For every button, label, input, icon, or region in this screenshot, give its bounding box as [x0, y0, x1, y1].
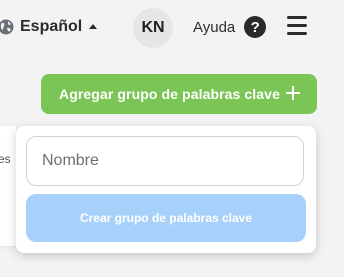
help-link[interactable]: Ayuda ?: [193, 15, 267, 39]
add-keyword-group-label: Agregar grupo de palabras clave: [59, 86, 280, 102]
create-group-popover: Crear grupo de palabras clave: [16, 126, 316, 253]
plus-icon: [286, 86, 300, 100]
language-selector[interactable]: Español: [0, 14, 98, 40]
globe-icon: [0, 19, 14, 35]
help-label: Ayuda: [193, 18, 236, 36]
top-bar: Español KN Ayuda ?: [0, 0, 344, 56]
hamburger-menu-icon[interactable]: [287, 16, 307, 36]
group-name-input[interactable]: [26, 136, 304, 186]
background-partial-text: es: [0, 152, 11, 166]
avatar[interactable]: KN: [133, 8, 173, 48]
caret-up-icon: [89, 24, 98, 29]
language-label: Español: [20, 18, 83, 35]
background-panel: [0, 126, 16, 246]
create-keyword-group-button[interactable]: Crear grupo de palabras clave: [26, 194, 306, 242]
question-icon: ?: [244, 16, 267, 38]
add-keyword-group-button[interactable]: Agregar grupo de palabras clave: [41, 74, 317, 114]
